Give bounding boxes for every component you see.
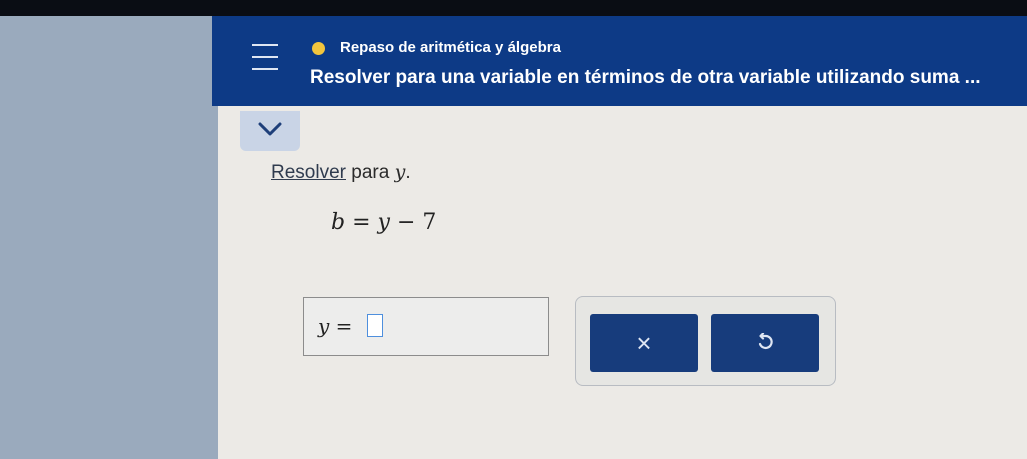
header-bar: Repaso de aritmética y álgebra Resolver …: [212, 16, 1027, 106]
answer-input[interactable]: [367, 314, 383, 337]
collapse-button[interactable]: [240, 111, 300, 151]
answer-label-variable: y: [318, 314, 330, 338]
undo-button[interactable]: [711, 314, 819, 372]
instruction-text: para: [345, 162, 395, 183]
undo-icon: [758, 333, 773, 350]
equation-equals: =: [345, 210, 378, 235]
equation: b = y − 7: [331, 210, 436, 235]
subject-title: Repaso de aritmética y álgebra: [340, 39, 561, 56]
answer-label-equals: =: [329, 314, 353, 338]
clear-button[interactable]: ×: [590, 314, 698, 372]
hamburger-menu-icon[interactable]: [248, 42, 282, 72]
equation-variable: y: [377, 210, 390, 235]
left-panel: [0, 16, 218, 459]
equation-lhs: b: [331, 210, 346, 235]
instruction-variable: y: [394, 161, 406, 183]
problem-area: Resolver para y. b = y − 7 y = ×: [218, 106, 1027, 459]
equation-minus: −: [389, 210, 423, 235]
answer-tools: ×: [575, 296, 836, 386]
status-dot-icon: [312, 42, 325, 55]
instruction: Resolver para y.: [271, 161, 411, 184]
top-bezel: [0, 0, 1027, 16]
answer-label: y =: [318, 314, 352, 338]
topic-title: Resolver para una variable en términos d…: [310, 67, 981, 88]
answer-box: y =: [303, 297, 549, 356]
instruction-period: .: [405, 162, 411, 183]
equation-constant: 7: [422, 210, 437, 235]
chevron-down-icon: [258, 122, 282, 136]
resolver-link[interactable]: Resolver: [271, 162, 346, 183]
close-icon: ×: [636, 328, 652, 358]
